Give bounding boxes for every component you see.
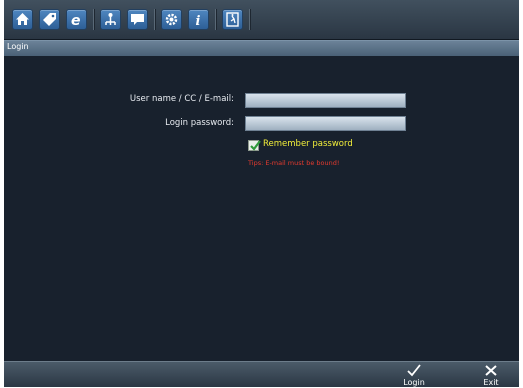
network-button[interactable] bbox=[100, 9, 121, 30]
internet-explorer-icon: e bbox=[71, 13, 81, 28]
login-form: User name / CC / E-mail: Login password:… bbox=[4, 56, 519, 361]
bottom-action-bar: Login Exit bbox=[4, 361, 519, 387]
network-icon bbox=[105, 13, 116, 25]
username-field[interactable] bbox=[245, 93, 406, 113]
window-titlebar: Login bbox=[4, 40, 519, 56]
svg-text:i: i bbox=[196, 14, 201, 28]
settings-button[interactable] bbox=[161, 9, 182, 30]
username-input[interactable] bbox=[246, 100, 405, 113]
checkmark-icon bbox=[250, 140, 261, 151]
toolbar-separator bbox=[249, 9, 250, 30]
home-button[interactable] bbox=[12, 9, 33, 30]
toolbar: e i bbox=[4, 0, 519, 40]
exit-button-label: Exit bbox=[483, 378, 499, 387]
tag-button[interactable] bbox=[39, 9, 60, 30]
exit-button[interactable]: Exit bbox=[473, 362, 509, 388]
password-input[interactable] bbox=[246, 123, 405, 136]
exit-app-button[interactable] bbox=[222, 9, 243, 30]
exit-door-icon bbox=[226, 12, 239, 27]
tips-text: Tips: E-mail must be bound! bbox=[248, 159, 340, 167]
info-button[interactable]: i bbox=[188, 9, 209, 30]
username-label: User name / CC / E-mail: bbox=[129, 94, 234, 104]
info-icon: i bbox=[196, 14, 201, 28]
internet-explorer-button[interactable]: e bbox=[66, 9, 87, 30]
home-icon bbox=[16, 13, 29, 25]
password-label: Login password: bbox=[165, 118, 234, 128]
svg-text:e: e bbox=[71, 13, 81, 28]
password-field[interactable] bbox=[245, 116, 406, 136]
app-window: e i Login User name / CC / E-mail: Login… bbox=[4, 0, 519, 387]
chat-button[interactable] bbox=[127, 9, 148, 30]
chat-icon bbox=[131, 14, 144, 25]
toolbar-separator bbox=[215, 9, 216, 30]
close-icon bbox=[485, 365, 497, 376]
checkmark-icon bbox=[407, 364, 421, 377]
window-title: Login bbox=[7, 42, 29, 51]
remember-password-label[interactable]: Remember password bbox=[263, 139, 353, 149]
toolbar-separator bbox=[154, 9, 155, 30]
tag-icon bbox=[43, 13, 56, 26]
remember-password-checkbox[interactable] bbox=[248, 140, 261, 151]
login-button[interactable]: Login bbox=[396, 362, 432, 388]
login-button-label: Login bbox=[403, 378, 425, 387]
settings-icon bbox=[165, 13, 178, 26]
toolbar-separator bbox=[93, 9, 94, 30]
